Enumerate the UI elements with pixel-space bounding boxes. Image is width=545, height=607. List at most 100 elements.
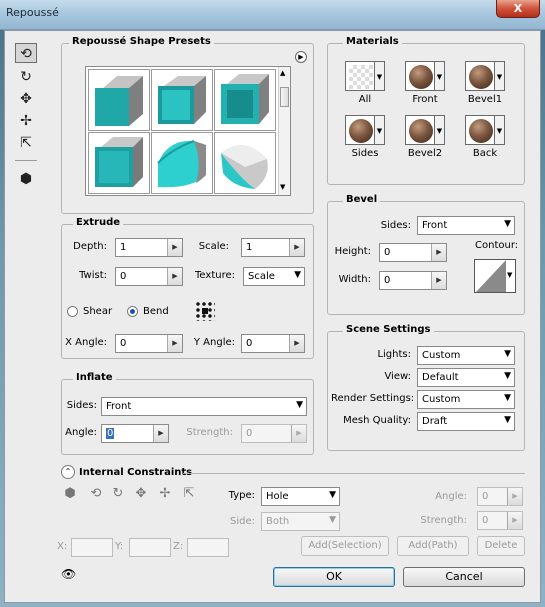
depth-slider-arrow-icon[interactable]: ▶ (167, 239, 182, 256)
lights-select[interactable]: Custom ▼ (417, 346, 515, 365)
object-scale-tool-icon[interactable]: ⇱ (15, 133, 37, 153)
scale-slider-arrow-icon[interactable]: ▶ (289, 239, 304, 256)
material-swatch[interactable] (465, 115, 495, 145)
collapse-chevron-up-icon[interactable]: ⌃ (61, 465, 75, 479)
constraint-strength-value: 0 (482, 515, 489, 526)
y-field[interactable] (129, 538, 171, 557)
width-label: Width: (338, 274, 371, 285)
camera-tool-icon[interactable]: ⬢ (15, 169, 37, 189)
twist-field[interactable]: 0 ▶ (115, 267, 183, 286)
constraint-slide-icon[interactable]: ✢ (155, 486, 175, 501)
constraint-strength-arrow-icon[interactable]: ▶ (507, 512, 522, 529)
render-settings-select[interactable]: Custom ▼ (417, 390, 515, 409)
add-selection-button[interactable]: Add(Selection) (301, 536, 389, 556)
material-chevron-down-icon[interactable]: ▼ (435, 115, 445, 145)
inset-cube-preset-icon (95, 137, 143, 187)
yangle-slider-arrow-icon[interactable]: ▶ (289, 335, 304, 352)
bevel-title: Bevel (343, 194, 381, 205)
ok-button[interactable]: OK (273, 567, 395, 587)
object-rotate-tool-icon[interactable]: ⟲ (15, 43, 37, 63)
inflate-strength-field[interactable]: 0 ▶ (241, 424, 307, 443)
material-swatch[interactable] (345, 115, 375, 145)
materials-title: Materials (343, 36, 402, 47)
presets-scrollbar[interactable]: ▲ ▼ (278, 67, 290, 195)
twist-slider-arrow-icon[interactable]: ▶ (167, 268, 182, 285)
side-select[interactable]: Both ▼ (261, 512, 340, 531)
yangle-field[interactable]: 0 ▶ (241, 334, 305, 353)
cancel-button[interactable]: Cancel (403, 567, 525, 587)
presets-list[interactable]: ▲ ▼ (85, 66, 291, 196)
bevel-sides-value: Front (422, 220, 448, 231)
view-select[interactable]: Default ▼ (417, 368, 515, 387)
material-chevron-down-icon[interactable]: ▼ (435, 61, 445, 91)
bend-label: Bend (143, 306, 169, 317)
add-path-button[interactable]: Add(Path) (397, 536, 469, 556)
bevel-cube-preset-icon (158, 76, 206, 124)
constraint-object-icon[interactable]: ⬢ (61, 486, 79, 501)
constraint-strength-field[interactable]: 0 ▶ (477, 511, 523, 530)
material-swatch[interactable] (465, 61, 495, 91)
preset-bevel-cube[interactable] (151, 69, 213, 131)
bevel-sides-select[interactable]: Front ▼ (417, 216, 515, 235)
bend-anchor-grid-icon[interactable] (195, 301, 215, 321)
material-swatch[interactable] (405, 115, 435, 145)
object-drag-tool-icon[interactable]: ✥ (15, 89, 37, 109)
mesh-quality-select[interactable]: Draft ▼ (417, 412, 515, 431)
material-swatch[interactable] (345, 61, 375, 91)
material-chevron-down-icon[interactable]: ▼ (375, 61, 385, 91)
scale-value: 1 (246, 242, 253, 253)
z-field[interactable] (187, 538, 229, 557)
close-button[interactable]: X (496, 0, 540, 18)
texture-select[interactable]: Scale ▼ (243, 267, 305, 286)
depth-field[interactable]: 1 ▶ (115, 238, 183, 257)
type-select[interactable]: Hole ▼ (261, 487, 340, 506)
inflate-sides-value: Front (106, 401, 132, 412)
xangle-value: 0 (120, 338, 127, 349)
constraint-rotate-icon[interactable]: ⟲ (85, 486, 107, 501)
preset-inset-cube[interactable] (88, 132, 150, 194)
material-chevron-down-icon[interactable]: ▼ (375, 115, 385, 145)
height-field[interactable]: 0 ▶ (379, 243, 447, 262)
inflate-angle-slider-arrow-icon[interactable]: ▶ (153, 425, 168, 442)
material-chevron-down-icon[interactable]: ▼ (495, 61, 505, 91)
scroll-down-icon[interactable]: ▼ (280, 183, 285, 191)
preset-cube[interactable] (88, 69, 150, 131)
constraint-scale-icon[interactable]: ⇱ (179, 486, 199, 501)
constraint-drag-icon[interactable]: ✥ (131, 486, 151, 501)
bend-radio[interactable] (127, 306, 138, 317)
preview-eye-icon[interactable]: 👁 (61, 567, 76, 581)
constraint-angle-arrow-icon[interactable]: ▶ (507, 488, 522, 505)
bevel-sides-label: Sides: (380, 220, 411, 231)
presets-menu-icon[interactable]: ▶ (295, 51, 307, 63)
scale-field[interactable]: 1 ▶ (241, 238, 305, 257)
scroll-up-icon[interactable]: ▲ (280, 69, 285, 77)
width-slider-arrow-icon[interactable]: ▶ (431, 272, 446, 289)
material-chevron-down-icon[interactable]: ▼ (495, 115, 505, 145)
shear-radio[interactable] (67, 306, 78, 317)
preset-sphere-cut[interactable] (214, 132, 276, 194)
height-slider-arrow-icon[interactable]: ▶ (431, 244, 446, 261)
material-swatch[interactable] (405, 61, 435, 91)
xangle-slider-arrow-icon[interactable]: ▶ (167, 335, 182, 352)
constraint-angle-field[interactable]: 0 ▶ (477, 487, 523, 506)
contour-picker[interactable]: ▼ (474, 259, 516, 293)
scroll-thumb[interactable] (280, 87, 289, 107)
material-label: Front (412, 94, 438, 105)
xangle-label: X Angle: (65, 337, 107, 348)
view-value: Default (422, 372, 459, 383)
delete-button[interactable]: Delete (477, 536, 525, 556)
preset-dome[interactable] (151, 132, 213, 194)
inflate-sides-select[interactable]: Front ▼ (101, 397, 307, 416)
constraint-roll-icon[interactable]: ↻ (109, 486, 127, 501)
x-field[interactable] (71, 538, 113, 557)
width-field[interactable]: 0 ▶ (379, 271, 447, 290)
object-slide-tool-icon[interactable]: ✢ (15, 111, 37, 131)
lights-chevron-down-icon: ▼ (504, 349, 511, 359)
xangle-field[interactable]: 0 ▶ (115, 334, 183, 353)
inflate-strength-slider-arrow-icon[interactable]: ▶ (291, 425, 306, 442)
inflate-angle-field[interactable]: 0 ▶ (101, 424, 169, 443)
sphere-cut-preset-icon (221, 145, 268, 189)
preset-frame-cube[interactable] (214, 69, 276, 131)
material-ball-icon (469, 65, 493, 89)
object-roll-tool-icon[interactable]: ↻ (15, 67, 37, 87)
